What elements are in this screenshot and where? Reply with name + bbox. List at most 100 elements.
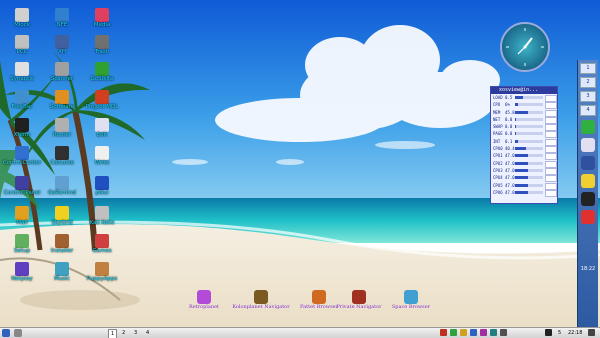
usage-bar-fill — [515, 161, 529, 165]
desktop-icon[interactable]: PCC — [2, 35, 42, 56]
vivaldi-icon[interactable] — [581, 210, 595, 224]
desktop-icon[interactable]: GoSIkite — [82, 62, 122, 83]
desktop-icon[interactable]: Music — [42, 262, 82, 283]
system-monitor[interactable]: xosview@in... LOAD 0.5 CPU 6% MEM 45.8 NET 0.0 S… — [490, 86, 558, 204]
desktop-icon[interactable]: Scanner — [42, 62, 82, 83]
taskbar-clock: 22:18 — [568, 330, 583, 336]
monitor-row-value: 47.0 — [505, 189, 515, 195]
monitor-row: CPU3 47.0 — [491, 167, 557, 175]
desktop-icon[interactable]: Setup — [2, 234, 42, 255]
software-icon — [55, 90, 69, 104]
desktop-icon[interactable]: Kali Note — [82, 206, 122, 227]
taskbar-workspace-2[interactable]: 2 — [120, 329, 127, 337]
volume-icon[interactable] — [588, 329, 595, 336]
dock-workspace-2[interactable]: 2 — [580, 77, 596, 88]
penguin-icon[interactable] — [581, 192, 595, 206]
tray-icon-6[interactable] — [490, 329, 497, 336]
desktop-icon[interactable]: FreeBar — [2, 90, 42, 111]
launcher-item[interactable]: Private Navigator — [330, 290, 388, 311]
tray-icon-5[interactable] — [480, 329, 487, 336]
tray-icon-3[interactable] — [460, 329, 467, 336]
netplay-icon — [15, 262, 29, 276]
monitor-row: SWAP 0.0 — [491, 123, 557, 132]
desktop-icon[interactable]: Games — [82, 234, 122, 255]
start-menu-icon[interactable] — [2, 329, 10, 337]
tray-icon-4[interactable] — [470, 329, 477, 336]
monitor-row: LOAD 0.5 — [491, 94, 557, 102]
desktop-icon[interactable]: Installer — [42, 234, 82, 255]
desktop-icon[interactable]: Mail — [2, 206, 42, 227]
usage-bar-fill — [515, 154, 529, 158]
monitor-row: NET 0.0 — [491, 116, 557, 124]
network-tray-icon[interactable] — [545, 329, 552, 336]
tray-icon-2[interactable] — [450, 329, 457, 336]
desktop-icon[interactable]: GsRemind — [42, 176, 82, 197]
taskbar-workspace-1[interactable]: 1 — [108, 329, 118, 338]
music-icon — [55, 262, 69, 276]
monitor-row-value: 0.0 — [505, 131, 513, 137]
desktop-icon[interactable]: PuppyApps — [82, 262, 122, 283]
usage-bar-fill — [515, 132, 516, 136]
dock-workspace-3[interactable]: 3 — [580, 91, 596, 102]
monitor-row-label: CPU1 — [493, 153, 503, 159]
desktop-icon[interactable]: NFE — [42, 8, 82, 29]
desktop-icon[interactable]: Edit — [82, 118, 122, 139]
scanner-icon — [55, 62, 69, 76]
desktop-icon[interactable]: Calcurse — [42, 146, 82, 167]
smiley-icon[interactable] — [581, 174, 595, 188]
desktop-icon-label: ControlCenter — [2, 160, 42, 166]
reminder-icon — [55, 176, 69, 190]
monitor-row-label: CPU3 — [493, 167, 503, 173]
quicklaunch-icon[interactable] — [14, 329, 22, 337]
usage-bar — [515, 168, 543, 172]
desktop-icon[interactable]: Project MDL — [82, 90, 122, 111]
desktop-icon-label: Media — [93, 22, 111, 28]
window-icon[interactable] — [581, 156, 595, 170]
launcher-item[interactable]: Kolonplanet Navigator — [232, 290, 290, 311]
desktop-icon[interactable]: SkyGrid — [42, 206, 82, 227]
usage-bar — [515, 103, 543, 107]
taskbar: 1234 5 22:18 — [0, 327, 600, 338]
desktop-icon[interactable]: Write — [82, 146, 122, 167]
network-icon — [55, 8, 69, 22]
launcher-item[interactable]: Space Browser — [382, 290, 440, 311]
disc-icon[interactable] — [581, 138, 595, 152]
desktop-icon[interactable]: Router — [42, 118, 82, 139]
dock-workspace-4[interactable]: 4 — [580, 105, 596, 116]
desktop-icon[interactable]: Control Panel — [2, 176, 42, 197]
desktop-icon-label: Control Panel — [3, 190, 41, 196]
dock-workspace-1[interactable]: 1 — [580, 63, 596, 74]
monitor-row-label: CPU0 — [493, 146, 503, 152]
desktop-icon-label: Scanner — [50, 76, 74, 82]
puppy-icon — [95, 262, 109, 276]
monitor-row-value: 40.4 — [505, 146, 515, 152]
usage-bar — [515, 110, 543, 114]
desktop-icon[interactable]: Xterm — [2, 118, 42, 139]
tray-icon-7[interactable] — [500, 329, 507, 336]
monitor-row-value: 47.0 — [505, 182, 515, 188]
desktop-icon[interactable]: Netplay — [2, 262, 42, 283]
desktop-icon-label: Setup — [13, 248, 30, 254]
monitor-titlebar[interactable]: xosview@in... — [491, 87, 557, 94]
desktop-icon[interactable]: pGui — [82, 176, 122, 197]
monitor-row: MEM 45.8 — [491, 109, 557, 117]
desktop-icon[interactable]: Media — [82, 8, 122, 29]
tray-icon-1[interactable] — [440, 329, 447, 336]
desktop-icon[interactable]: Software — [42, 90, 82, 111]
desktop-icon[interactable]: Trash — [82, 35, 122, 56]
desktop-icon-label: Write — [94, 160, 110, 166]
desktop-icon[interactable]: Synaptic — [2, 62, 42, 83]
trash-icon — [95, 35, 109, 49]
desktop-icon[interactable]: ControlCenter — [2, 146, 42, 167]
taskbar-workspace-4[interactable]: 4 — [144, 329, 151, 337]
monitor-row-label: INT — [493, 138, 501, 144]
control-center-icon — [15, 35, 29, 49]
launcher-item[interactable]: Retroplanet — [175, 290, 233, 311]
desktop-icon[interactable]: Mlock — [2, 8, 42, 29]
desktop-icon[interactable]: XH — [42, 35, 82, 56]
bar-icon — [15, 90, 29, 104]
control-panel-icon — [15, 176, 29, 190]
taskbar-workspace-3[interactable]: 3 — [132, 329, 139, 337]
note-icon — [95, 206, 109, 220]
puzzle-icon[interactable] — [581, 120, 595, 134]
